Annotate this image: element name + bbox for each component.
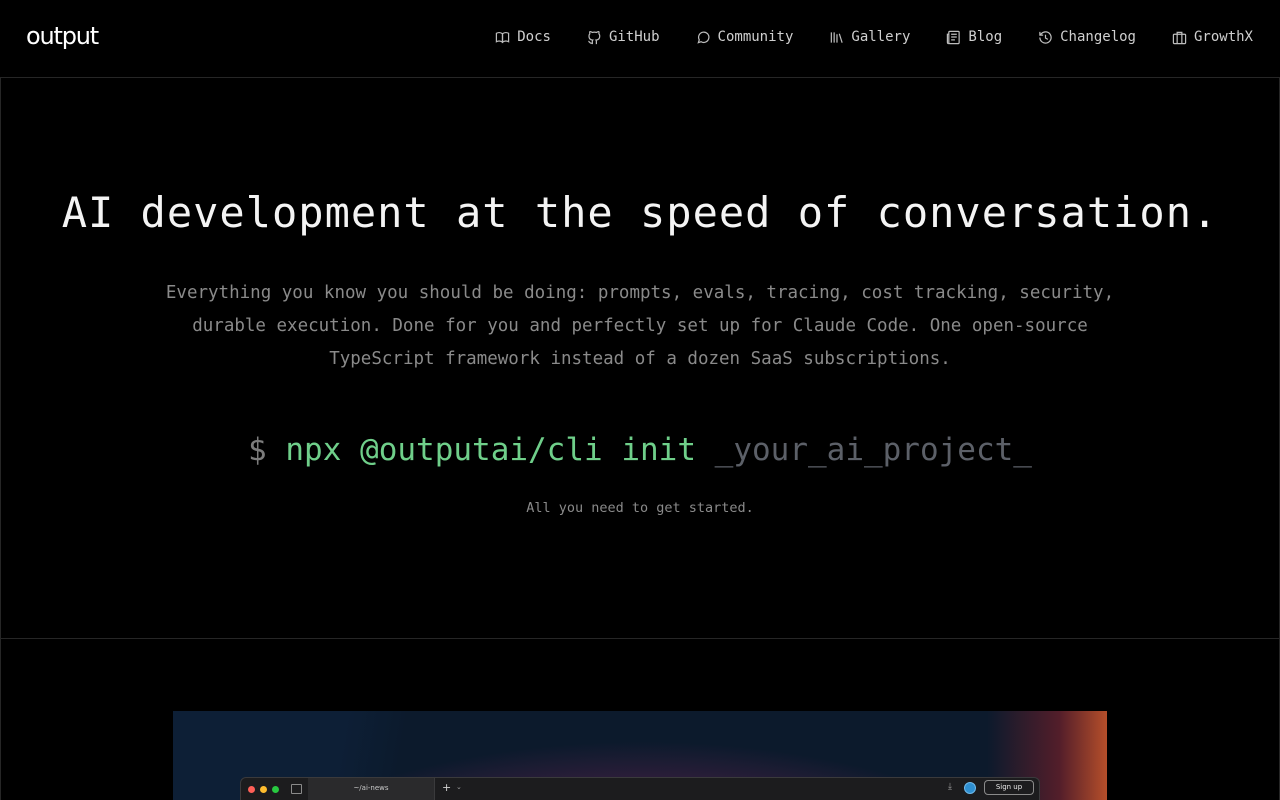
newspaper-icon [947, 30, 961, 44]
nav-github-link[interactable]: GitHub [587, 29, 660, 45]
globe-icon [964, 782, 976, 794]
sidebar-toggle-icon [291, 784, 302, 794]
nav-docs-label: Docs [517, 29, 551, 45]
window-close-dot [248, 786, 255, 793]
preview-tab-label: ~/ai-news [353, 784, 389, 792]
nav-community-link[interactable]: Community [696, 29, 794, 45]
product-preview-image: ~/ai-news + ⌄ ⤓ Sign up [173, 711, 1107, 800]
nav-growthx-link[interactable]: GrowthX [1172, 29, 1253, 45]
hero-title: AI development at the speed of conversat… [61, 188, 1219, 237]
new-tab-icon: + [442, 781, 452, 794]
nav-blog-link[interactable]: Blog [946, 29, 1002, 45]
nav-changelog-label: Changelog [1060, 29, 1136, 45]
nav-github-label: GitHub [608, 29, 660, 45]
main-nav: Docs GitHub Community Gallery Blog Chang… [495, 29, 1253, 45]
install-command[interactable]: $ npx @outputai/cli init _your_ai_projec… [0, 432, 1280, 468]
nav-docs-link[interactable]: Docs [495, 29, 551, 45]
section-divider [0, 638, 1280, 639]
nav-gallery-label: Gallery [851, 29, 911, 45]
preview-signup-button: Sign up [984, 780, 1034, 795]
nav-changelog-link[interactable]: Changelog [1038, 29, 1136, 45]
command-argument: _your_ai_project_ [714, 432, 1032, 468]
download-icon: ⤓ [948, 782, 952, 792]
preview-app-window: ~/ai-news + ⌄ ⤓ Sign up [240, 777, 1040, 800]
briefcase-icon [1172, 31, 1187, 44]
top-navigation-bar: output Docs GitHub Community Gallery Blo… [0, 0, 1280, 78]
library-icon [831, 31, 844, 43]
nav-growthx-label: GrowthX [1193, 29, 1253, 45]
nav-community-label: Community [717, 29, 794, 45]
chevron-down-icon: ⌄ [456, 783, 462, 791]
chat-bubble-icon [696, 31, 710, 44]
preview-tab: ~/ai-news [308, 778, 435, 800]
window-maximize-dot [272, 786, 279, 793]
command-caption: All you need to get started. [526, 500, 754, 516]
history-icon [1039, 30, 1052, 44]
nav-gallery-link[interactable]: Gallery [829, 29, 910, 45]
hero-subtitle: Everything you know you should be doing:… [165, 283, 1115, 369]
command-prompt: $ [248, 432, 267, 468]
command-code: npx @outputai/cli init [285, 432, 696, 468]
book-open-icon [496, 31, 510, 43]
output-logo[interactable]: output [26, 22, 99, 50]
window-minimize-dot [260, 786, 267, 793]
github-icon [588, 30, 601, 44]
nav-blog-label: Blog [968, 29, 1003, 45]
